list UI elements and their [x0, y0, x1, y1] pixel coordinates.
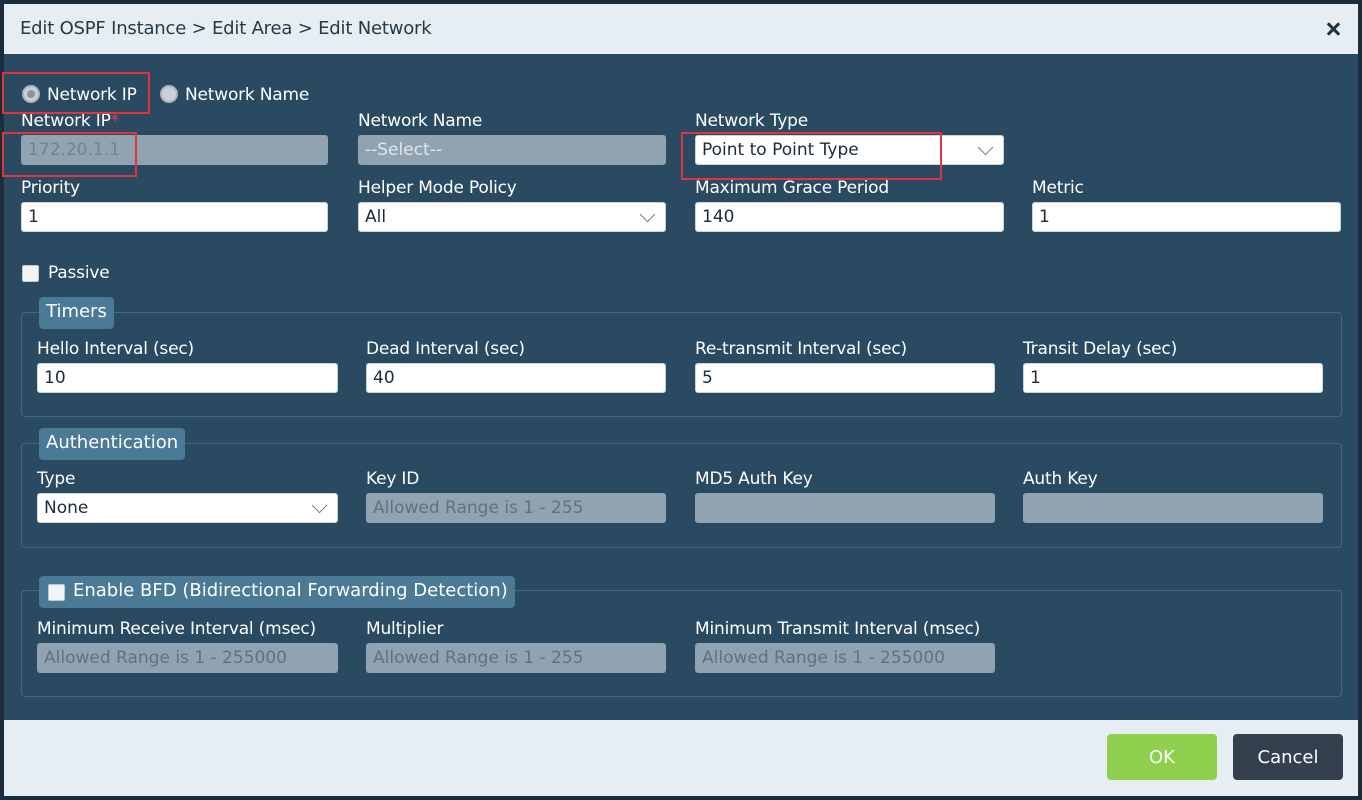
max-grace-period-input[interactable]: 140	[695, 202, 1004, 232]
md5-auth-key-input[interactable]	[695, 493, 995, 523]
multiplier-input[interactable]: Allowed Range is 1 - 255	[366, 643, 666, 673]
required-marker: *	[110, 111, 120, 131]
authentication-legend: Authentication	[39, 428, 186, 460]
dead-interval-label: Dead Interval (sec)	[366, 339, 525, 359]
md5-auth-key-label: MD5 Auth Key	[695, 469, 813, 489]
network-ip-label: Network IP*	[21, 111, 119, 131]
bfd-legend[interactable]: Enable BFD (Bidirectional Forwarding Det…	[39, 576, 515, 608]
hello-interval-input[interactable]: 10	[37, 363, 338, 393]
timers-legend: Timers	[39, 297, 114, 329]
metric-label: Metric	[1032, 178, 1084, 198]
priority-label: Priority	[21, 178, 80, 198]
min-transmit-interval-label: Minimum Transmit Interval (msec)	[695, 619, 981, 639]
network-name-select[interactable]: --Select--	[358, 135, 666, 165]
dead-interval-input[interactable]: 40	[366, 363, 666, 393]
cancel-button[interactable]: Cancel	[1233, 734, 1343, 780]
passive-checkbox[interactable]	[22, 265, 39, 282]
ok-button[interactable]: OK	[1107, 734, 1217, 780]
multiplier-label: Multiplier	[366, 619, 444, 639]
network-ip-label-text: Network IP	[21, 111, 111, 131]
max-grace-period-label: Maximum Grace Period	[695, 178, 889, 198]
network-name-radio[interactable]	[160, 85, 178, 103]
network-type-select[interactable]: Point to Point Type	[695, 135, 1004, 165]
priority-input[interactable]: 1	[21, 202, 328, 232]
dialog-titlebar: Edit OSPF Instance > Edit Area > Edit Ne…	[4, 4, 1358, 54]
auth-type-label: Type	[37, 469, 76, 489]
auth-key-input[interactable]	[1023, 493, 1323, 523]
transit-delay-label: Transit Delay (sec)	[1023, 339, 1177, 359]
network-ip-radio-label[interactable]: Network IP	[47, 85, 137, 105]
dialog-title: Edit OSPF Instance > Edit Area > Edit Ne…	[20, 18, 432, 39]
network-ip-input[interactable]: 172.20.1.1	[21, 135, 328, 165]
helper-mode-policy-select[interactable]: All	[358, 202, 666, 232]
auth-key-label: Auth Key	[1023, 469, 1098, 489]
network-name-radio-label[interactable]: Network Name	[185, 85, 309, 105]
metric-input[interactable]: 1	[1032, 202, 1341, 232]
passive-label[interactable]: Passive	[48, 263, 110, 283]
min-receive-interval-label: Minimum Receive Interval (msec)	[37, 619, 316, 639]
network-ip-radio[interactable]	[22, 85, 40, 103]
retransmit-interval-label: Re-transmit Interval (sec)	[695, 339, 907, 359]
min-receive-interval-input[interactable]: Allowed Range is 1 - 255000	[37, 643, 338, 673]
key-id-input[interactable]: Allowed Range is 1 - 255	[366, 493, 666, 523]
hello-interval-label: Hello Interval (sec)	[37, 339, 194, 359]
dialog-footer: OK Cancel	[4, 720, 1358, 796]
helper-mode-policy-label: Helper Mode Policy	[358, 178, 517, 198]
key-id-label: Key ID	[366, 469, 420, 489]
network-type-label: Network Type	[695, 111, 809, 131]
edit-network-dialog: Edit OSPF Instance > Edit Area > Edit Ne…	[2, 3, 1359, 797]
auth-type-select[interactable]: None	[37, 493, 338, 523]
network-name-label: Network Name	[358, 111, 483, 131]
transit-delay-input[interactable]: 1	[1023, 363, 1323, 393]
min-transmit-interval-input[interactable]: Allowed Range is 1 - 255000	[695, 643, 995, 673]
enable-bfd-checkbox[interactable]	[48, 584, 65, 601]
close-icon[interactable]	[1322, 18, 1344, 40]
retransmit-interval-input[interactable]: 5	[695, 363, 995, 393]
